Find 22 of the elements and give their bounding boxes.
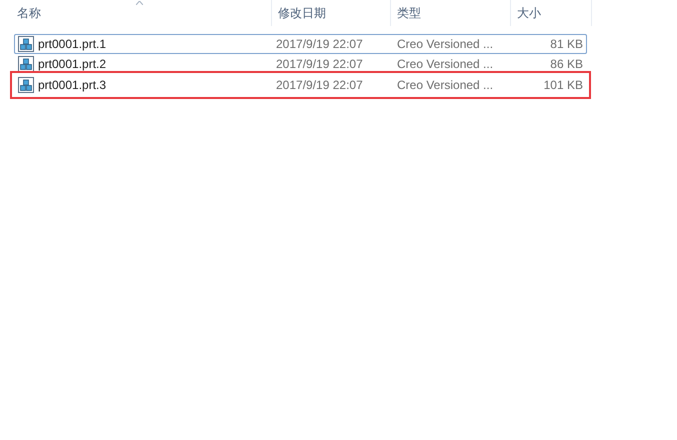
- file-row[interactable]: prt0001.prt.2 2017/9/19 22:07 Creo Versioned ... 86 KB: [14, 54, 587, 74]
- file-name: prt0001.prt.2: [38, 56, 108, 73]
- modified-date: 2017/9/19 22:07: [276, 36, 364, 53]
- column-header[interactable]: 大小: [511, 0, 592, 26]
- column-header[interactable]: 修改日期: [272, 0, 391, 26]
- column-header[interactable]: 类型: [391, 0, 511, 26]
- file-size: 86 KB: [549, 56, 583, 73]
- modified-date: 2017/9/19 22:07: [276, 56, 364, 73]
- file-type: Creo Versioned ...: [397, 77, 494, 94]
- modified-date: 2017/9/19 22:07: [276, 77, 364, 94]
- part-file-icon: [18, 77, 34, 93]
- part-file-icon: [18, 56, 34, 72]
- file-name: prt0001.prt.3: [38, 77, 108, 94]
- file-row[interactable]: prt0001.prt.3 2017/9/19 22:07 Creo Versioned ... 101 KB: [14, 75, 587, 95]
- part-file-icon: [18, 36, 34, 52]
- file-type: Creo Versioned ...: [397, 36, 494, 53]
- file-type: Creo Versioned ...: [397, 56, 494, 73]
- file-size: 81 KB: [549, 36, 583, 53]
- file-row[interactable]: prt0001.prt.1 2017/9/19 22:07 Creo Versioned ... 81 KB: [14, 34, 587, 54]
- file-name: prt0001.prt.1: [38, 36, 108, 53]
- column-header[interactable]: 名称: [0, 0, 272, 26]
- file-size: 101 KB: [542, 77, 583, 94]
